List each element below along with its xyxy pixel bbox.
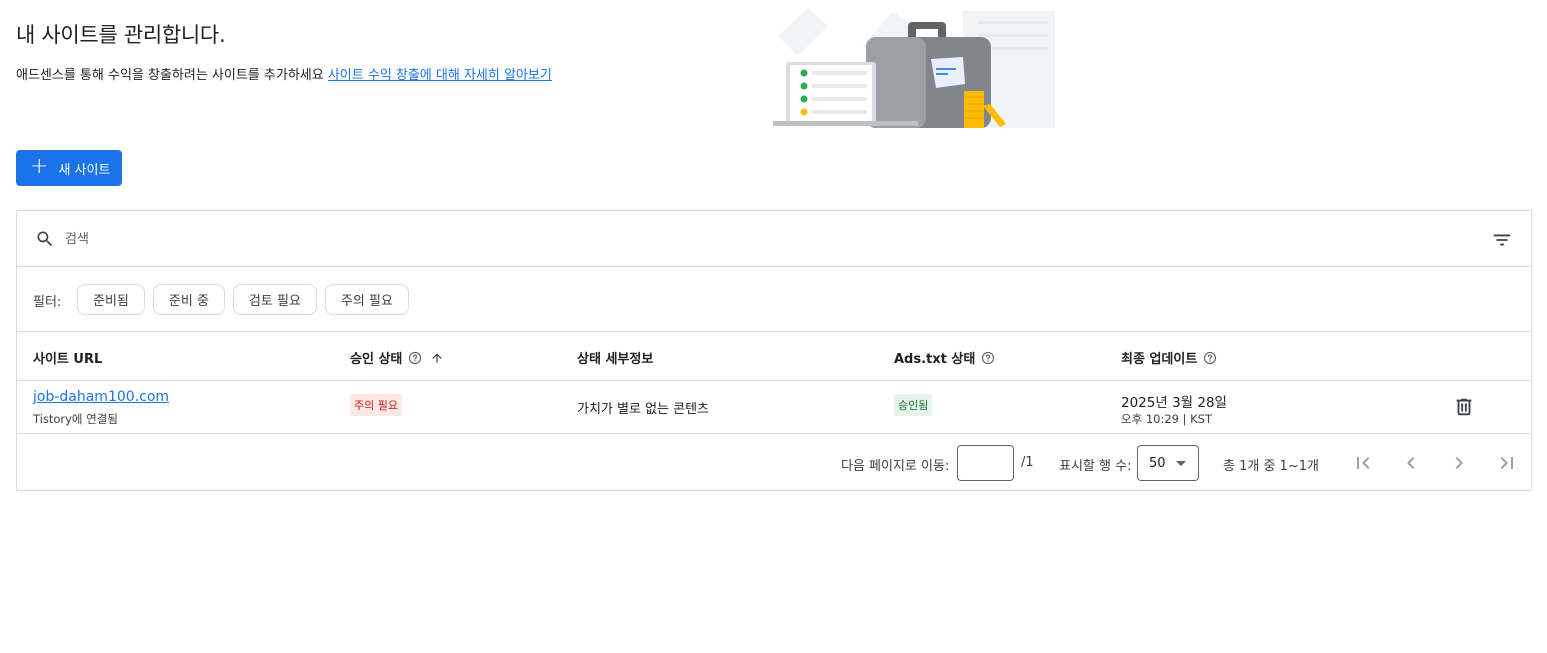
hero-illustration xyxy=(773,8,1055,128)
new-site-label: 새 사이트 xyxy=(58,162,111,178)
chevron-down-icon xyxy=(1176,461,1186,466)
total-pages-text: /1 xyxy=(1021,455,1034,470)
sites-table-card: 필터: 준비됨 준비 중 검토 필요 주의 필요 사이트 URL 승인 상태 상… xyxy=(16,210,1532,491)
last-page-icon[interactable] xyxy=(1495,451,1519,475)
page-subtitle: 애드센스를 통해 수익을 창출하려는 사이트를 추가하세요 사이트 수익 창출에… xyxy=(16,64,552,83)
column-label: 사이트 URL xyxy=(33,352,103,367)
rows-per-page-select[interactable]: 50 xyxy=(1137,445,1199,481)
pagination-bar: 다음 페이지로 이동: /1 표시할 행 수: 50 총 1개 중 1~1개 xyxy=(17,434,1531,491)
column-header-last-updated[interactable]: 최종 업데이트 xyxy=(1121,348,1217,367)
rows-per-page-label: 표시할 행 수: xyxy=(1059,459,1132,474)
first-page-icon[interactable] xyxy=(1351,451,1375,475)
plus-icon: + xyxy=(30,154,49,179)
search-input[interactable] xyxy=(65,227,965,251)
help-icon[interactable] xyxy=(408,351,422,365)
help-icon[interactable] xyxy=(1203,351,1217,365)
ads-txt-status-badge: 승인됨 xyxy=(894,394,933,416)
chip-ready[interactable]: 준비됨 xyxy=(77,284,145,315)
filter-list-icon[interactable] xyxy=(1491,229,1513,251)
column-label: 최종 업데이트 xyxy=(1121,352,1198,367)
sort-arrow-up-icon[interactable] xyxy=(430,351,444,365)
status-details-text: 가치가 별로 없는 콘텐츠 xyxy=(577,402,709,417)
trash-icon[interactable] xyxy=(1453,396,1475,418)
prev-page-icon[interactable] xyxy=(1399,451,1423,475)
filter-chips: 준비됨 준비 중 검토 필요 주의 필요 xyxy=(77,284,409,315)
search-bar xyxy=(17,211,1531,267)
goto-page-input[interactable] xyxy=(957,445,1014,481)
approval-status-badge: 주의 필요 xyxy=(350,394,402,416)
page-title: 내 사이트를 관리합니다. xyxy=(16,23,226,47)
filter-label: 필터: xyxy=(33,295,62,310)
range-text: 총 1개 중 1~1개 xyxy=(1223,459,1319,474)
table-row: job-daham100.com Tistory에 연결됨 주의 필요 가치가 … xyxy=(17,381,1531,434)
last-updated-date: 2025년 3월 28일 xyxy=(1121,395,1227,411)
goto-page-label: 다음 페이지로 이동: xyxy=(841,459,950,474)
subtitle-text: 애드센스를 통해 수익을 창출하려는 사이트를 추가하세요 xyxy=(16,68,328,83)
chip-getting-ready[interactable]: 준비 중 xyxy=(152,284,225,315)
table-header: 사이트 URL 승인 상태 상태 세부정보 Ads.txt 상태 최종 업데이트 xyxy=(17,332,1531,381)
rows-per-page-value: 50 xyxy=(1149,455,1166,471)
column-header-status-details: 상태 세부정보 xyxy=(577,348,653,367)
filter-chips-row: 필터: 준비됨 준비 중 검토 필요 주의 필요 xyxy=(17,267,1531,332)
search-icon xyxy=(37,231,53,247)
column-header-approval-status[interactable]: 승인 상태 xyxy=(350,348,444,367)
chip-needs-review[interactable]: 검토 필요 xyxy=(232,284,317,315)
column-label: 상태 세부정보 xyxy=(577,352,654,367)
last-updated-time: 오후 10:29 | KST xyxy=(1121,412,1213,426)
column-label: 승인 상태 xyxy=(350,352,403,367)
new-site-button[interactable]: + 새 사이트 xyxy=(16,150,122,186)
site-url-link[interactable]: job-daham100.com xyxy=(33,389,169,405)
site-platform-text: Tistory에 연결됨 xyxy=(33,412,118,426)
next-page-icon[interactable] xyxy=(1447,451,1471,475)
chip-needs-attention[interactable]: 주의 필요 xyxy=(324,284,409,315)
column-header-site-url[interactable]: 사이트 URL xyxy=(33,348,102,367)
help-icon[interactable] xyxy=(981,351,995,365)
learn-more-link[interactable]: 사이트 수익 창출에 대해 자세히 알아보기 xyxy=(328,68,552,83)
column-header-ads-txt-status[interactable]: Ads.txt 상태 xyxy=(894,348,995,367)
column-label: Ads.txt 상태 xyxy=(894,352,976,367)
